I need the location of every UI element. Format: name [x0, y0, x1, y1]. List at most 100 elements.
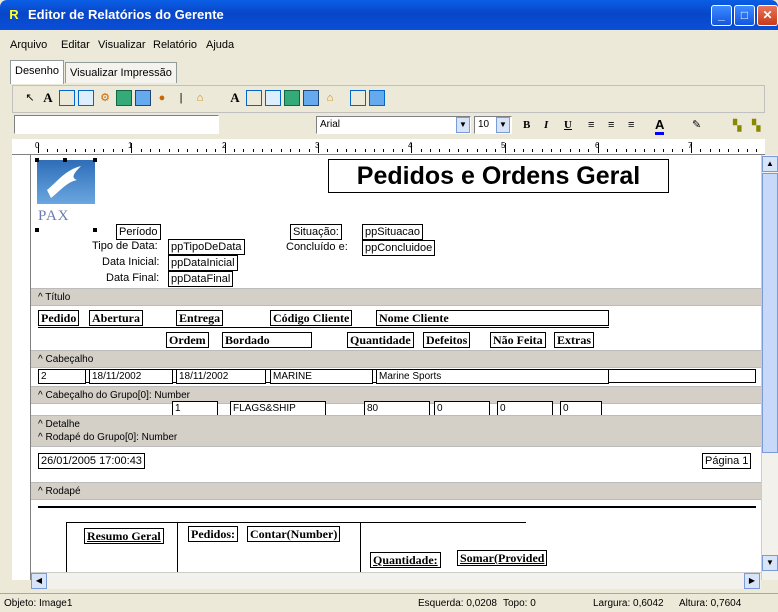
region-tool-icon[interactable] — [350, 90, 366, 106]
font-dropdown-chevron-icon[interactable]: ▼ — [456, 117, 470, 133]
concluido-label[interactable]: Concluído e: — [286, 241, 348, 253]
dbcalc-tool-icon[interactable] — [284, 90, 300, 106]
vertical-scroll-thumb[interactable] — [762, 173, 778, 453]
dbbarcode-tool-icon[interactable]: ⌂ — [322, 90, 338, 106]
periodo-label[interactable]: Período — [116, 224, 161, 240]
subreport-tool-icon[interactable] — [369, 90, 385, 106]
menu-relatorio[interactable]: Relatório — [153, 39, 197, 51]
summary-pedidos[interactable]: Pedidos: — [188, 526, 239, 542]
size-dropdown-chevron-icon[interactable]: ▼ — [496, 117, 510, 133]
data-final-label[interactable]: Data Final: — [106, 272, 159, 284]
dbmemo-tool-icon[interactable] — [265, 90, 281, 106]
col-extras[interactable]: Extras — [554, 332, 594, 348]
detail-extras[interactable]: 0 — [560, 401, 602, 416]
dblabel-tool-icon[interactable]: A — [227, 90, 243, 106]
band-titulo[interactable]: ^ Título — [31, 288, 761, 306]
detail-bordado[interactable]: FLAGS&SHIP — [230, 401, 326, 416]
situacao-label[interactable]: Situação: — [290, 224, 342, 240]
group-nome[interactable]: Marine Sports — [376, 369, 609, 384]
label-tool-icon[interactable]: A — [40, 90, 56, 106]
close-button[interactable]: ✕ — [757, 5, 778, 26]
report-title[interactable]: Pedidos e Ordens Geral — [328, 159, 669, 193]
dbtext-tool-icon[interactable] — [246, 90, 262, 106]
system-var-icon[interactable]: ⚙ — [97, 90, 113, 106]
group-entrega[interactable]: 18/11/2002 — [176, 369, 266, 384]
footer-page[interactable]: Página 1 — [702, 453, 752, 469]
col-codigo-cliente[interactable]: Código Cliente — [270, 310, 353, 326]
summary-resumo[interactable]: Resumo Geral — [84, 528, 164, 544]
menu-editar[interactable]: Editar — [61, 39, 90, 51]
bring-front-icon[interactable]: ▚ — [733, 119, 741, 132]
font-color-icon[interactable]: A — [655, 117, 665, 135]
menu-visualizar[interactable]: Visualizar — [98, 39, 146, 51]
summary-somar[interactable]: Somar(Provided — [457, 550, 548, 566]
detail-nao-feita[interactable]: 0 — [497, 401, 553, 416]
footer-date[interactable]: 26/01/2005 17:00:43 — [38, 453, 145, 469]
col-nome-cliente[interactable]: Nome Cliente — [376, 310, 609, 326]
scroll-up-icon[interactable]: ▲ — [762, 156, 778, 172]
italic-button[interactable]: I — [544, 119, 548, 131]
tab-desenho[interactable]: Desenho — [10, 60, 65, 84]
tipo-data-label[interactable]: Tipo de Data: — [92, 240, 158, 252]
selection-handle[interactable] — [93, 228, 97, 232]
shape-tool-icon[interactable]: ● — [154, 90, 170, 106]
selection-handle[interactable] — [35, 158, 39, 162]
col-entrega[interactable]: Entrega — [176, 310, 224, 326]
image-tool-icon[interactable] — [135, 90, 151, 106]
data-inicial-label[interactable]: Data Inicial: — [102, 256, 159, 268]
band-rodape-grupo[interactable]: ^ Rodapé do Grupo[0]: Number — [31, 429, 761, 447]
underline-button[interactable]: U — [564, 119, 572, 131]
pointer-icon[interactable]: ↖ — [22, 90, 38, 106]
send-back-icon[interactable]: ▚ — [752, 119, 760, 132]
var-tool-icon[interactable] — [116, 90, 132, 106]
scroll-down-icon[interactable]: ▼ — [762, 555, 778, 571]
ruler-tick — [327, 149, 329, 152]
minimize-button[interactable]: _ — [711, 5, 732, 26]
group-codigo[interactable]: MARINE — [270, 369, 373, 384]
data-final-field[interactable]: ppDataFinal — [168, 271, 234, 287]
col-ordem[interactable]: Ordem — [166, 332, 209, 348]
selection-handle[interactable] — [93, 158, 97, 162]
align-left-icon[interactable]: ≡ — [588, 119, 594, 131]
selection-handle[interactable] — [63, 158, 67, 162]
data-inicial-field[interactable]: ppDataInicial — [168, 255, 238, 271]
memo-tool-icon[interactable] — [59, 90, 75, 106]
maximize-button[interactable]: □ — [734, 5, 755, 26]
tab-visualizar-impressao[interactable]: Visualizar Impressão — [65, 62, 177, 83]
band-cabecalho[interactable]: ^ Cabeçalho — [31, 350, 761, 368]
detail-ordem[interactable]: 1 — [172, 401, 218, 416]
detail-quantidade[interactable]: 80 — [364, 401, 430, 416]
col-quantidade[interactable]: Quantidade — [347, 332, 414, 348]
group-abertura[interactable]: 18/11/2002 — [89, 369, 173, 384]
component-selector[interactable] — [14, 115, 219, 134]
align-center-icon[interactable]: ≡ — [608, 119, 614, 131]
scroll-right-icon[interactable]: ▶ — [744, 573, 760, 589]
highlight-color-icon[interactable]: ✎ — [692, 118, 701, 131]
dbimage-tool-icon[interactable] — [303, 90, 319, 106]
horizontal-scrollbar[interactable] — [31, 572, 761, 589]
summary-contar[interactable]: Contar(Number) — [247, 526, 341, 542]
col-pedido[interactable]: Pedido — [38, 310, 80, 326]
bold-button[interactable]: B — [523, 119, 530, 131]
band-rodape[interactable]: ^ Rodapé — [31, 482, 761, 500]
line-tool-icon[interactable]: | — [173, 90, 189, 106]
font-name-select[interactable]: Arial — [316, 116, 471, 134]
menu-ajuda[interactable]: Ajuda — [206, 39, 234, 51]
scroll-left-icon[interactable]: ◀ — [31, 573, 47, 589]
col-bordado[interactable]: Bordado — [222, 332, 312, 348]
summary-quantidade[interactable]: Quantidade: — [370, 552, 441, 568]
situacao-field[interactable]: ppSituacao — [362, 224, 424, 240]
align-right-icon[interactable]: ≡ — [628, 119, 634, 131]
col-defeitos[interactable]: Defeitos — [423, 332, 471, 348]
concluido-field[interactable]: ppConcluidoe — [362, 240, 436, 256]
detail-defeitos[interactable]: 0 — [434, 401, 490, 416]
selection-handle[interactable] — [35, 228, 39, 232]
richtext-tool-icon[interactable] — [78, 90, 94, 106]
barcode-tool-icon[interactable]: ⌂ — [192, 90, 208, 106]
col-nao-feita[interactable]: Não Feita — [490, 332, 546, 348]
col-abertura[interactable]: Abertura — [89, 310, 143, 326]
logo-image[interactable] — [37, 160, 95, 204]
group-number[interactable]: 2 — [38, 369, 86, 384]
tipo-data-field[interactable]: ppTipoDeData — [168, 239, 245, 255]
menu-arquivo[interactable]: Arquivo — [10, 39, 47, 51]
